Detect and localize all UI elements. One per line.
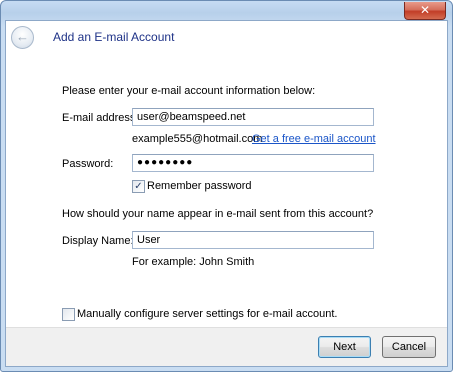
manual-config-checkbox[interactable] [62,308,75,321]
back-button[interactable]: ← [11,26,34,49]
close-icon: ✕ [419,3,431,17]
manual-config-label[interactable]: Manually configure server settings for e… [77,308,337,320]
remember-password-label[interactable]: Remember password [147,180,252,192]
intro-text: Please enter your e-mail account informa… [62,85,316,97]
password-label: Password: [62,158,114,170]
display-name-question: How should your name appear in e-mail se… [62,208,374,220]
password-field[interactable]: ●●●●●●●● [132,154,374,172]
checkmark-icon: ✓ [134,181,143,192]
free-email-account-link[interactable]: Get a free e-mail account [252,133,376,145]
page-title: Add an E-mail Account [53,30,175,44]
dialog-client-area: ← Add an E-mail Account Please enter you… [5,20,448,367]
dialog-footer: Next Cancel [6,327,447,366]
dialog-header: ← Add an E-mail Account [6,21,447,51]
account-form: Please enter your e-mail account informa… [6,51,447,328]
back-arrow-icon: ← [16,29,29,44]
close-button[interactable]: ✕ [404,2,446,20]
email-example: example555@hotmail.com [132,133,263,145]
next-button[interactable]: Next [318,336,371,358]
display-name-field[interactable]: User [132,231,374,249]
remember-password-checkbox[interactable]: ✓ [132,180,145,193]
email-label: E-mail address: [62,112,139,124]
cancel-button[interactable]: Cancel [382,336,436,358]
email-field[interactable]: user@beamspeed.net [132,108,374,126]
add-email-account-dialog: ✕ ← Add an E-mail Account Please enter y… [0,0,453,372]
display-name-example: For example: John Smith [132,256,255,268]
display-name-label: Display Name: [62,235,134,247]
